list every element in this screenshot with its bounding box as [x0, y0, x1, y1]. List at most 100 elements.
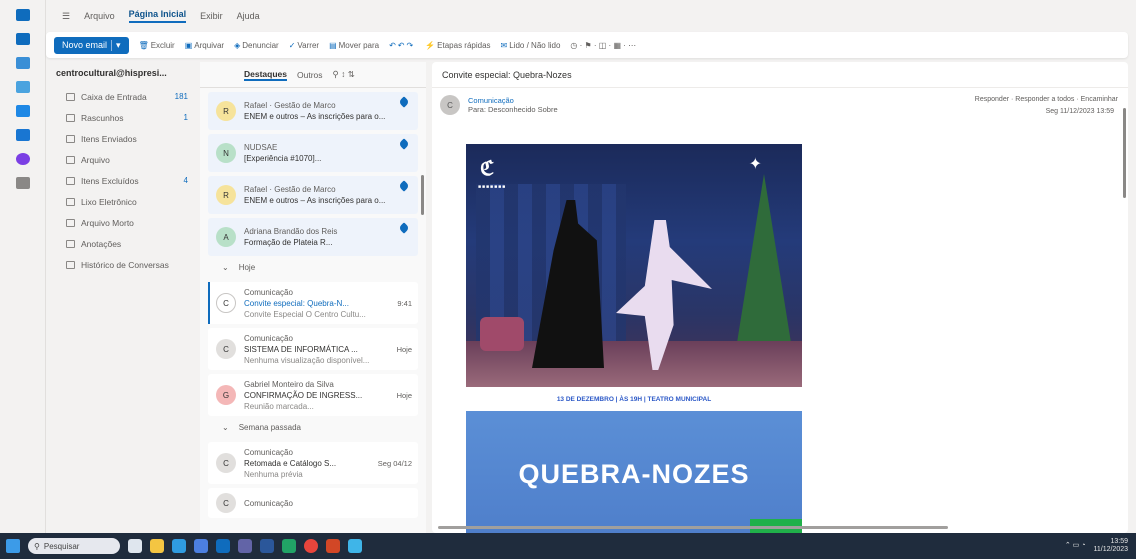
group-header-today[interactable]: ⌄ Hoje: [200, 256, 426, 278]
trash-icon: 🗑: [138, 40, 149, 50]
horizontal-scrollbar[interactable]: [438, 526, 948, 529]
people-icon[interactable]: [15, 81, 30, 93]
avatar: A: [216, 227, 236, 247]
list-item[interactable]: R Rafael · Gestão de Marco ENEM e outros …: [208, 176, 418, 214]
calendar-icon[interactable]: [15, 57, 30, 69]
avatar: G: [216, 385, 236, 405]
quick-steps-button[interactable]: ⚡ Etapas rápidas: [425, 41, 490, 50]
todo-icon[interactable]: [15, 105, 30, 117]
avatar: C: [216, 339, 236, 359]
list-item[interactable]: N NUDSAE [Experiência #1070]...: [208, 134, 418, 172]
folder-item[interactable]: Itens Enviados: [56, 128, 188, 149]
loop-icon[interactable]: [15, 153, 30, 165]
taskbar-search[interactable]: ⚲ Pesquisar: [28, 538, 120, 554]
inbox-icon: [66, 92, 75, 101]
archive-button[interactable]: ▣ Arquivar: [185, 41, 224, 50]
note-icon: [66, 239, 75, 248]
email-subject: Convite especial: Quebra-Nozes: [432, 62, 1128, 88]
group-header-last-week[interactable]: ⌄ Semana passada: [200, 416, 426, 438]
event-title: QUEBRA-NOZES: [518, 459, 750, 489]
list-item[interactable]: A Adriana Brandão dos Reis Formação de Pl…: [208, 218, 418, 256]
store-icon[interactable]: [194, 539, 208, 553]
edge-icon[interactable]: [172, 539, 186, 553]
powerpoint-icon[interactable]: [326, 539, 340, 553]
tab-exibir[interactable]: Exibir: [200, 11, 223, 21]
event-date-strip: 13 DE DEZEMBRO | ÀS 19H | TEATRO MUNICIP…: [466, 387, 802, 411]
tab-pagina-inicial[interactable]: Página Inicial: [128, 9, 187, 23]
logo-wordmark: ■■■■■■■: [478, 184, 507, 190]
report-button[interactable]: ◈ Denunciar: [234, 41, 279, 50]
chrome-icon[interactable]: [304, 539, 318, 553]
envelope-icon: ✉: [500, 40, 508, 50]
task-view-icon[interactable]: [128, 539, 142, 553]
chevron-down-icon[interactable]: ▾: [111, 39, 121, 51]
sweep-button[interactable]: ✓ Varrer: [289, 41, 319, 50]
archive-icon: [66, 155, 75, 164]
reply-all-icon: ↶: [397, 40, 405, 50]
ribbon-tabs: ☰ Arquivo Página Inicial Exibir Ajuda: [46, 0, 1136, 32]
move-to-button[interactable]: ▤ Mover para: [329, 41, 379, 50]
list-item[interactable]: C Comunicação Retomada e Catálogo S... Nen…: [208, 442, 418, 484]
home-icon[interactable]: [15, 9, 30, 21]
read-unread-button[interactable]: ✉ Lido / Não lido: [501, 41, 561, 50]
teams-icon[interactable]: [238, 539, 252, 553]
avatar: R: [216, 185, 236, 205]
account-name[interactable]: centrocultural@hispresi...: [56, 68, 188, 78]
reading-pane: Convite especial: Quebra-Nozes C Comunic…: [432, 62, 1128, 533]
tab-ajuda[interactable]: Ajuda: [237, 11, 260, 21]
list-item[interactable]: R Rafael · Gestão de Marco ENEM e outros …: [208, 92, 418, 130]
star-icon: ✦: [748, 156, 762, 173]
avatar: R: [216, 101, 236, 121]
avatar: N: [216, 143, 236, 163]
apps-icon[interactable]: [15, 177, 30, 189]
selected-indicator: [208, 282, 210, 324]
tab-focused[interactable]: Destaques: [244, 69, 287, 81]
list-header: Destaques Outros ⚲ ↕ ⇅: [200, 62, 426, 88]
command-toolbar: Novo email ▾ 🗑 Excluir ▣ Arquivar ◈ Denunci…: [46, 32, 1128, 58]
tray-icons[interactable]: ⌃ ▭ ◔: [1065, 542, 1086, 550]
folder-item[interactable]: Arquivo: [56, 149, 188, 170]
archive-icon: [66, 218, 75, 227]
archive-icon: ▣: [184, 40, 193, 50]
search-icon: ⚲: [34, 541, 40, 551]
word-icon[interactable]: [260, 539, 274, 553]
new-mail-button[interactable]: Novo email ▾: [54, 36, 129, 54]
reply-actions[interactable]: Responder · Responder a todos · Encaminh…: [975, 96, 1118, 103]
onedrive-icon[interactable]: [15, 129, 30, 141]
list-item[interactable]: C Comunicação Convite especial: Quebra-N.…: [208, 282, 418, 324]
excel-icon[interactable]: [282, 539, 296, 553]
list-item[interactable]: G Gabriel Monteiro da Silva CONFIRMAÇÃO D…: [208, 374, 418, 416]
more-tools[interactable]: ◷ · ⚑ · ◫ · ▦ · ⋯: [570, 41, 636, 50]
sender-avatar[interactable]: C: [440, 95, 460, 115]
reply-icons[interactable]: ↶ ↶ ↷: [389, 41, 415, 50]
send-icon: [66, 134, 75, 143]
ballet-photo: ℭ ■■■■■■■ ✦: [466, 144, 802, 387]
filter-icon[interactable]: ⚲ ↕ ⇅: [333, 69, 355, 80]
mail-icon[interactable]: [15, 33, 30, 45]
hamburger-icon[interactable]: ☰: [62, 11, 70, 22]
folder-item[interactable]: Anotações: [56, 233, 188, 254]
list-item[interactable]: C Comunicação: [208, 488, 418, 518]
folder-item[interactable]: Caixa de Entrada 181: [56, 86, 188, 107]
folder-item[interactable]: Histórico de Conversas: [56, 254, 188, 275]
vertical-scrollbar[interactable]: [1123, 108, 1126, 198]
folder-pane: centrocultural@hispresi... Caixa de Entr…: [46, 60, 196, 533]
tab-arquivo[interactable]: Arquivo: [84, 11, 115, 21]
chevron-down-icon: ⌄: [222, 422, 229, 432]
folder-item[interactable]: Lixo Eletrônico: [56, 191, 188, 212]
folder-item[interactable]: Itens Excluídos 4: [56, 170, 188, 191]
sender-name[interactable]: Comunicação: [468, 96, 558, 105]
folder-item[interactable]: Rascunhos 1: [56, 107, 188, 128]
tab-other[interactable]: Outros: [297, 70, 323, 80]
system-tray[interactable]: ⌃ ▭ ◔ 13:59 11/12/2023: [1065, 538, 1136, 554]
file-explorer-icon[interactable]: [150, 539, 164, 553]
app-icon[interactable]: [348, 539, 362, 553]
windows-start-icon[interactable]: [6, 539, 20, 553]
app-rail: [0, 0, 46, 533]
list-item[interactable]: C Comunicação SISTEMA DE INFORMÁTICA ... N…: [208, 328, 418, 370]
delete-button[interactable]: 🗑 Excluir: [139, 41, 175, 50]
broom-icon: ✓: [288, 40, 296, 50]
folder-item[interactable]: Arquivo Morto: [56, 212, 188, 233]
outlook-icon[interactable]: [216, 539, 230, 553]
list-scrollbar[interactable]: [421, 175, 424, 215]
